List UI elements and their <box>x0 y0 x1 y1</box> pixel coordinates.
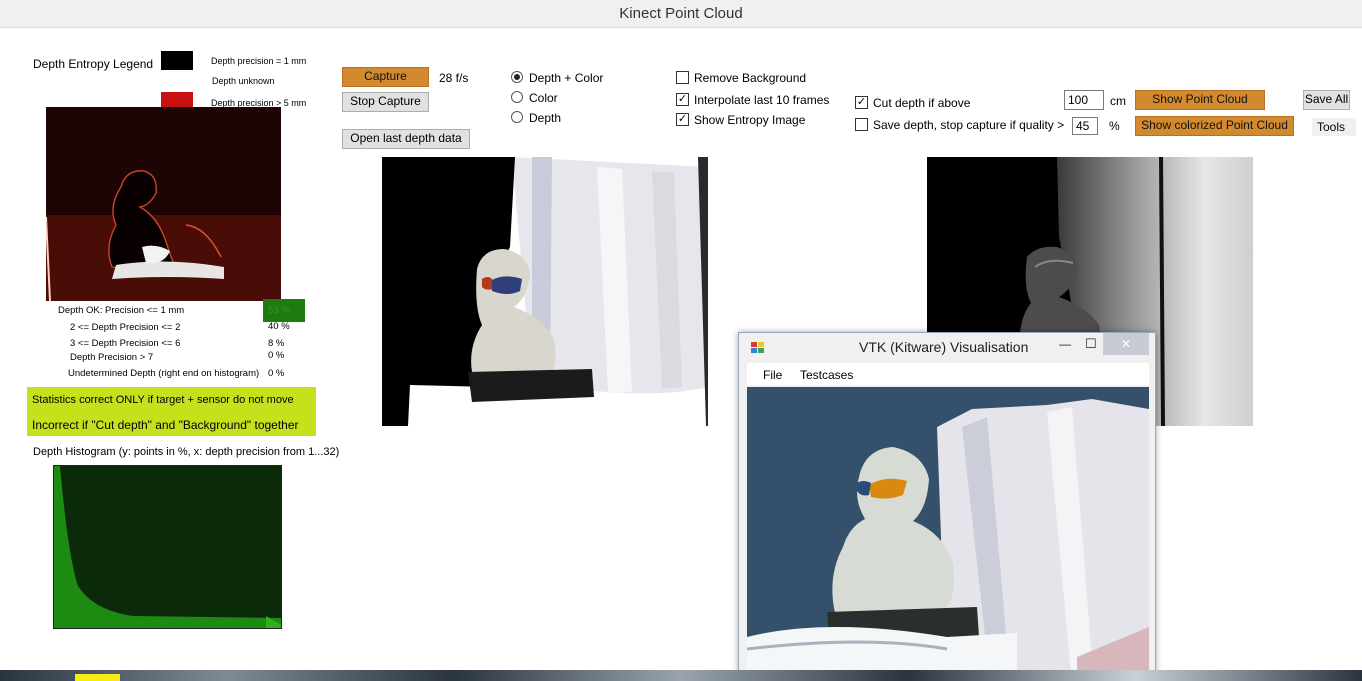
cut-depth-label[interactable]: Cut depth if above <box>873 96 970 110</box>
taskbar-highlight <box>75 674 120 681</box>
mode-depth-color-label[interactable]: Depth + Color <box>529 71 603 85</box>
cut-depth-unit: cm <box>1110 94 1126 108</box>
vtk-window-title: VTK (Kitware) Visualisation <box>859 339 1029 355</box>
menu-testcases[interactable]: Testcases <box>800 368 853 382</box>
mode-depth-color-radio[interactable] <box>511 71 523 83</box>
show-entropy-checkbox[interactable]: ✓ <box>676 113 689 126</box>
point-cloud-viewport[interactable] <box>747 387 1149 680</box>
remove-background-label[interactable]: Remove Background <box>694 71 806 85</box>
quality-input[interactable]: 45 <box>1072 117 1098 135</box>
capture-button[interactable]: Capture <box>342 67 429 87</box>
window-title: Kinect Point Cloud <box>0 0 1362 28</box>
legend-label-precise: Depth precision = 1 mm <box>211 56 307 66</box>
stat-value-gt7: 0 % <box>268 350 285 361</box>
warning-line-2: Incorrect if "Cut depth" and "Background… <box>32 418 299 432</box>
menu-file[interactable]: File <box>763 368 782 382</box>
stat-value-ok: 53 % <box>268 305 290 316</box>
mode-color-radio[interactable] <box>511 91 523 103</box>
legend-swatch-unknown <box>161 72 193 90</box>
save-depth-label[interactable]: Save depth, stop capture if quality > <box>873 118 1064 132</box>
stat-label-ok: Depth OK: Precision <= 1 mm <box>58 305 185 316</box>
fps-readout: 28 f/s <box>439 71 469 85</box>
color-camera-image <box>382 157 708 426</box>
save-all-button[interactable]: Save All <box>1303 90 1350 110</box>
stat-value-undetermined: 0 % <box>268 368 285 379</box>
histogram-title: Depth Histogram (y: points in %, x: dept… <box>33 446 340 458</box>
vtk-visualisation-window[interactable]: VTK (Kitware) Visualisation — ☐ ✕ File T… <box>738 332 1156 681</box>
open-last-depth-button[interactable]: Open last depth data <box>342 129 470 149</box>
stat-label-3-6: 3 <= Depth Precision <= 6 <box>70 338 181 349</box>
legend-label-unknown: Depth unknown <box>212 76 275 86</box>
remove-background-checkbox[interactable] <box>676 71 689 84</box>
legend-swatch-precise <box>161 51 193 70</box>
stat-label-undetermined: Undetermined Depth (right end on histogr… <box>68 368 260 379</box>
mode-depth-radio[interactable] <box>511 111 523 123</box>
stop-capture-button[interactable]: Stop Capture <box>342 92 429 112</box>
vtk-menubar: File Testcases <box>747 363 1149 385</box>
cut-depth-input[interactable]: 100 <box>1064 90 1104 110</box>
depth-histogram <box>53 465 282 629</box>
close-icon[interactable]: ✕ <box>1103 333 1149 355</box>
stat-label-gt7: Depth Precision > 7 <box>70 352 154 363</box>
stat-value-3-6: 8 % <box>268 338 285 349</box>
tools-menu[interactable]: Tools <box>1312 118 1356 136</box>
mode-depth-label[interactable]: Depth <box>529 111 561 125</box>
mode-color-label[interactable]: Color <box>529 91 558 105</box>
interpolate-label[interactable]: Interpolate last 10 frames <box>694 93 829 107</box>
quality-unit: % <box>1109 119 1120 133</box>
maximize-icon[interactable]: ☐ <box>1085 336 1097 352</box>
vtk-titlebar[interactable]: VTK (Kitware) Visualisation — ☐ ✕ <box>739 333 1155 361</box>
interpolate-checkbox[interactable]: ✓ <box>676 93 689 106</box>
taskbar-strip <box>0 670 1362 681</box>
app-icon <box>751 341 765 353</box>
stat-value-2: 40 % <box>268 321 290 332</box>
stat-label-2: 2 <= Depth Precision <= 2 <box>70 322 181 333</box>
show-point-cloud-button[interactable]: Show Point Cloud <box>1135 90 1265 110</box>
legend-title: Depth Entropy Legend <box>33 57 154 71</box>
warning-line-1: Statistics correct ONLY if target + sens… <box>32 394 294 406</box>
show-entropy-label[interactable]: Show Entropy Image <box>694 113 805 127</box>
save-depth-checkbox[interactable] <box>855 118 868 131</box>
cut-depth-checkbox[interactable]: ✓ <box>855 96 868 109</box>
minimize-icon[interactable]: — <box>1059 337 1071 351</box>
entropy-image <box>46 107 281 301</box>
show-colorized-point-cloud-button[interactable]: Show colorized Point Cloud <box>1135 116 1294 136</box>
